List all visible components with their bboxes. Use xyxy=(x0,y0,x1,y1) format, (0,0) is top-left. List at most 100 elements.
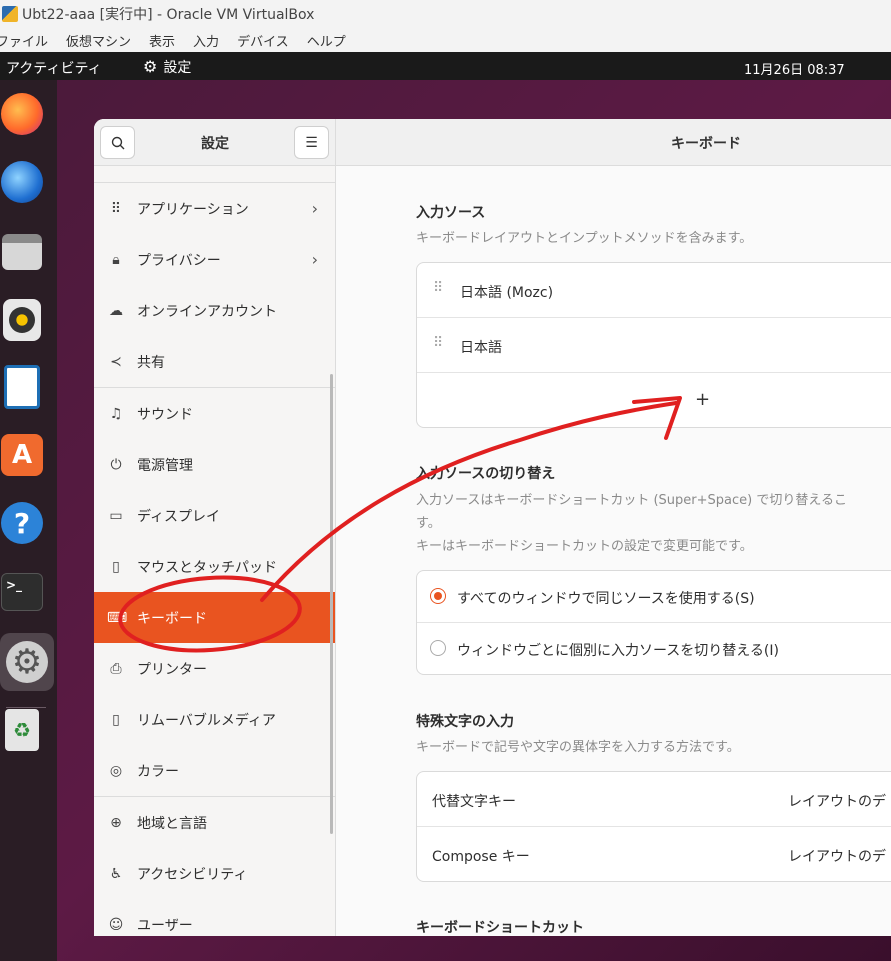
row-value: レイアウトのデ xyxy=(788,794,886,810)
virtualbox-icon xyxy=(2,6,18,22)
input-sources-title: 入力ソース xyxy=(416,205,486,221)
sidebar-item-removable-media[interactable]: ▯ リムーバブルメディア xyxy=(94,694,335,745)
sidebar-item-sound[interactable]: ♫ サウンド xyxy=(94,388,335,439)
radio-label: ウィンドウごとに個別に入力ソースを切り替える(I) xyxy=(457,643,779,659)
menu-button[interactable]: ☰ xyxy=(294,126,329,159)
radio-unchecked-icon[interactable] xyxy=(430,640,446,656)
row-value: レイアウトのデ xyxy=(788,849,886,865)
drag-handle-icon[interactable]: ⠿ xyxy=(433,335,443,351)
host-menu-machine[interactable]: 仮想マシン xyxy=(66,31,131,50)
dock-settings[interactable]: ⚙ xyxy=(0,633,54,691)
dock-writer[interactable] xyxy=(0,365,44,409)
sidebar-item-label: リムーバブルメディア xyxy=(137,712,276,729)
dock-trash[interactable]: ♻ xyxy=(0,708,44,752)
gear-icon: ⚙ xyxy=(143,57,158,76)
sidebar-item-label: 電源管理 xyxy=(137,457,193,474)
compose-key-row[interactable]: Compose キー レイアウトのデ xyxy=(417,827,891,882)
input-source-label: 日本語 xyxy=(460,340,502,356)
power-icon: ⏻ xyxy=(110,456,122,473)
sidebar-scrollbar[interactable] xyxy=(330,374,333,834)
gear-icon: ⚙ xyxy=(6,641,48,683)
activities-button[interactable]: アクティビティ xyxy=(6,58,102,78)
trash-icon: ♻ xyxy=(5,709,39,751)
sidebar-item-region-language[interactable]: ⊕ 地域と言語 xyxy=(94,797,335,848)
sidebar-item-accessibility[interactable]: ♿︎ アクセシビリティ xyxy=(94,848,335,899)
switching-title: 入力ソースの切り替え xyxy=(416,466,556,482)
accessibility-icon: ♿︎ xyxy=(109,865,123,882)
radio-per-window[interactable]: ウィンドウごとに個別に入力ソースを切り替える(I) xyxy=(417,623,891,675)
sidebar-item-label: キーボード xyxy=(137,610,207,627)
dock-software[interactable]: A xyxy=(0,433,44,477)
dock-thunderbird[interactable] xyxy=(0,160,44,204)
firefox-icon xyxy=(1,93,43,135)
sidebar-header: 設定 ☰ xyxy=(94,119,335,166)
input-sources-list: ⠿ 日本語 (Mozc) ⠿ 日本語 + xyxy=(416,262,891,428)
sidebar-item-label: マウスとタッチパッド xyxy=(137,559,277,576)
share-icon: ≺ xyxy=(110,353,122,370)
host-menu-file[interactable]: ファイル xyxy=(0,31,48,50)
host-menu-view[interactable]: 表示 xyxy=(149,31,175,50)
dock-files[interactable] xyxy=(0,230,44,274)
sidebar-item-label: オンラインアカウント xyxy=(137,303,277,320)
sidebar-item-applications[interactable]: ⠿ アプリケーション › xyxy=(94,183,335,234)
switching-desc-line1: 入力ソースはキーボードショートカット (Super+Space) で切り替えるこ xyxy=(416,493,847,508)
main-header: キーボード xyxy=(336,119,891,166)
input-sources-desc: キーボードレイアウトとインプットメソッドを含みます。 xyxy=(416,231,753,246)
add-input-source-button[interactable]: + xyxy=(417,373,891,428)
lock-icon: 🔒︎ xyxy=(112,251,120,268)
input-source-row[interactable]: ⠿ 日本語 (Mozc) xyxy=(417,263,891,318)
app-menu-label: 設定 xyxy=(163,60,192,76)
radio-checked-icon[interactable] xyxy=(430,588,446,604)
sidebar-item-users[interactable]: ☺ ユーザー xyxy=(94,899,335,936)
drag-handle-icon[interactable]: ⠿ xyxy=(433,280,443,296)
plus-icon: + xyxy=(695,389,711,410)
alternate-chars-key-row[interactable]: 代替文字キー レイアウトのデ xyxy=(417,772,891,827)
music-note-icon: ♫ xyxy=(109,405,123,422)
sidebar-item-privacy[interactable]: 🔒︎ プライバシー › xyxy=(94,234,335,285)
sidebar-item-mouse[interactable]: ▯ マウスとタッチパッド xyxy=(94,541,335,592)
host-menu-devices[interactable]: デバイス xyxy=(237,31,289,50)
host-menubar: ファイル 仮想マシン 表示 入力 デバイス ヘルプ xyxy=(0,28,891,52)
color-icon: ◎ xyxy=(109,762,123,779)
sidebar-item-label: プリンター xyxy=(137,661,207,678)
sidebar-item-printers[interactable]: ⎙ プリンター xyxy=(94,643,335,694)
globe-icon: ⊕ xyxy=(110,814,122,831)
host-window-title: Ubt22-aaa [実行中] - Oracle VM VirtualBox xyxy=(22,7,315,23)
keyboard-icon: ⌨ xyxy=(107,609,128,626)
hamburger-icon: ☰ xyxy=(305,134,318,151)
sidebar-item-label: アプリケーション xyxy=(137,201,249,218)
sidebar-item-color[interactable]: ◎ カラー xyxy=(94,745,335,796)
apps-icon: ⠿ xyxy=(110,200,122,217)
sidebar-item-display[interactable]: ▭ ディスプレイ xyxy=(94,490,335,541)
radio-same-source[interactable]: すべてのウィンドウで同じソースを使用する(S) xyxy=(417,571,891,623)
store-bag-icon: A xyxy=(1,434,43,476)
host-menu-help[interactable]: ヘルプ xyxy=(307,31,346,50)
sidebar-item-label: 地域と言語 xyxy=(137,815,207,832)
help-icon: ? xyxy=(1,502,43,544)
sidebar-item-online-accounts[interactable]: ☁ オンラインアカウント xyxy=(94,285,335,336)
input-source-row[interactable]: ⠿ 日本語 xyxy=(417,318,891,373)
sidebar-item-keyboard[interactable]: ⌨ キーボード xyxy=(94,592,335,643)
settings-window: 設定 ☰ ⠿ アプリケーション › 🔒︎ プライバシー › ☁ オンラインアカウ… xyxy=(94,119,891,936)
special-chars-list: 代替文字キー レイアウトのデ Compose キー レイアウトのデ xyxy=(416,771,891,882)
app-menu[interactable]: ⚙ 設定 xyxy=(143,57,191,77)
dock-terminal[interactable]: >_ xyxy=(0,570,44,614)
radio-label: すべてのウィンドウで同じソースを使用する(S) xyxy=(457,591,755,607)
dock-help[interactable]: ? xyxy=(0,501,44,545)
host-title-bar: Ubt22-aaa [実行中] - Oracle VM VirtualBox xyxy=(0,0,891,28)
terminal-icon: >_ xyxy=(1,573,43,611)
display-icon: ▭ xyxy=(109,507,123,524)
row-label: 代替文字キー xyxy=(432,794,516,810)
cloud-icon: ☁ xyxy=(109,302,123,319)
dock: A ? >_ ⚙ ♻ xyxy=(0,80,57,961)
sidebar-item-power[interactable]: ⏻ 電源管理 xyxy=(94,439,335,490)
dock-firefox[interactable] xyxy=(0,92,44,136)
thunderbird-icon xyxy=(1,161,43,203)
clock[interactable]: 11月26日 08:37 xyxy=(744,59,845,78)
sidebar-item-label: ディスプレイ xyxy=(137,508,221,525)
sidebar-item-label: サウンド xyxy=(137,406,193,423)
host-menu-input[interactable]: 入力 xyxy=(193,31,219,50)
sidebar-item-label: プライバシー xyxy=(137,252,221,269)
dock-rhythmbox[interactable] xyxy=(0,298,44,342)
sidebar-item-sharing[interactable]: ≺ 共有 xyxy=(94,336,335,387)
